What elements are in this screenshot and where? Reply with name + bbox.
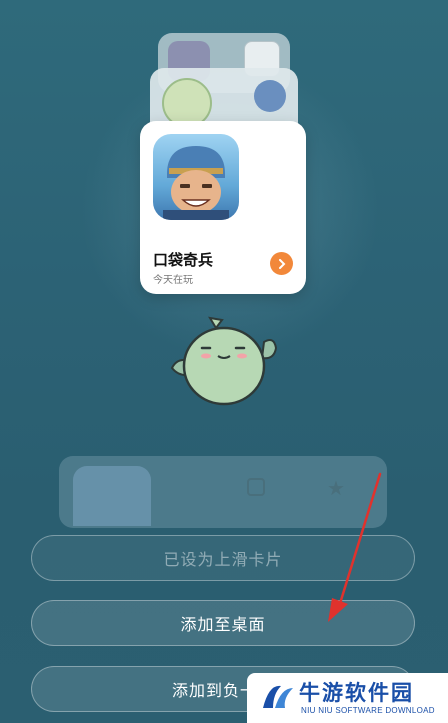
game-icon: [153, 134, 239, 220]
watermark-title: 牛游软件园: [299, 681, 414, 705]
card-thumbnail: [254, 80, 286, 112]
annotation-arrow: [328, 472, 382, 622]
mascot-illustration: [170, 316, 278, 406]
watermark-subtitle: NIU NIU SOFTWARE DOWNLOAD: [301, 706, 435, 715]
game-status: 今天在玩: [153, 275, 193, 286]
chevron-right-icon: [278, 258, 285, 269]
game-title: 口袋奇兵: [153, 251, 214, 269]
featured-game-card[interactable]: 口袋奇兵 今天在玩: [140, 121, 306, 294]
niuyou-logo-icon: [263, 685, 293, 708]
preview-game-icon: [73, 466, 151, 526]
calendar-icon: [247, 478, 265, 496]
open-game-button[interactable]: [270, 252, 293, 275]
watermark-logo: 牛游软件园 NIU NIU SOFTWARE DOWNLOAD: [247, 673, 448, 723]
